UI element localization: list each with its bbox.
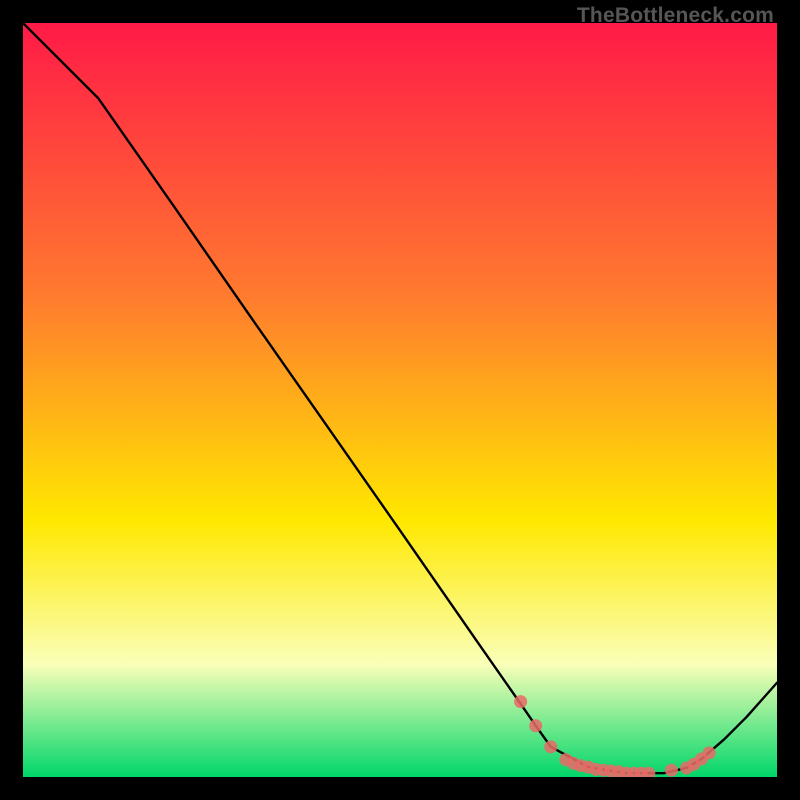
data-dot [703, 746, 716, 759]
gradient-background [23, 23, 777, 777]
chart-svg [23, 23, 777, 777]
data-dot [529, 719, 542, 732]
chart-frame [23, 23, 777, 777]
data-dot [514, 695, 527, 708]
attribution-label: TheBottleneck.com [577, 4, 774, 28]
data-dot [544, 740, 557, 753]
data-dot [665, 764, 678, 777]
